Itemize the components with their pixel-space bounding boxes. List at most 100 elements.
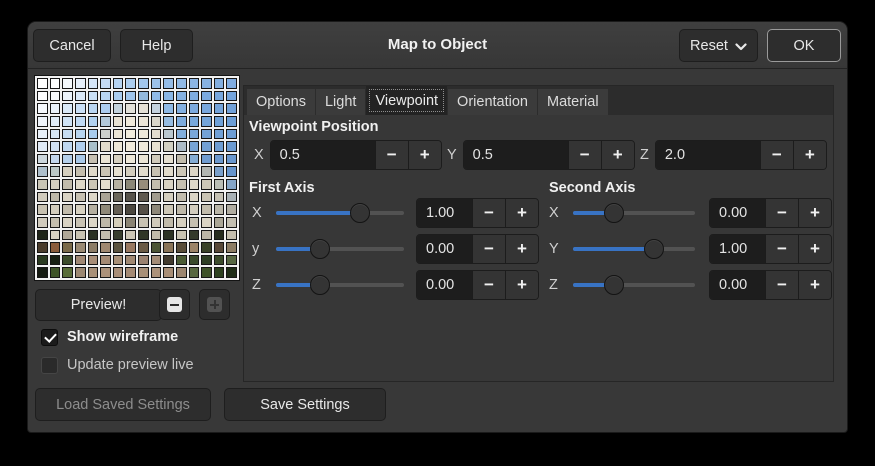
preview-cell bbox=[163, 129, 174, 140]
preview-cell bbox=[113, 204, 124, 215]
tab-material[interactable]: Material bbox=[538, 89, 608, 115]
preview-cell bbox=[125, 230, 136, 241]
cancel-button[interactable]: Cancel bbox=[33, 29, 111, 62]
minus-icon[interactable]: − bbox=[375, 141, 408, 169]
viewpoint-x-input[interactable]: 0.5 bbox=[271, 141, 375, 169]
viewpoint-y-label: Y bbox=[447, 147, 457, 163]
slider-thumb[interactable] bbox=[310, 239, 330, 259]
plus-icon[interactable]: + bbox=[793, 141, 826, 169]
checkbox-unchecked-icon[interactable] bbox=[41, 357, 58, 374]
preview-cell bbox=[100, 129, 111, 140]
preview-cell bbox=[151, 154, 162, 165]
preview-cell bbox=[100, 255, 111, 266]
preview-cell bbox=[37, 154, 48, 165]
preview-cell bbox=[201, 141, 212, 152]
preview-button[interactable]: Preview! bbox=[35, 289, 162, 321]
minus-icon[interactable]: − bbox=[472, 199, 505, 227]
preview-cell bbox=[151, 141, 162, 152]
preview-cell bbox=[88, 116, 99, 127]
preview-cell bbox=[214, 217, 225, 228]
first-axis-x-input[interactable]: 1.00 bbox=[417, 199, 472, 227]
tab-options[interactable]: Options bbox=[247, 89, 315, 115]
preview-cell bbox=[50, 230, 61, 241]
minus-icon[interactable]: − bbox=[760, 141, 793, 169]
preview-cell bbox=[50, 179, 61, 190]
second-axis-x-slider[interactable] bbox=[573, 196, 695, 230]
checkbox-checked-icon[interactable] bbox=[41, 329, 58, 346]
preview-cell bbox=[37, 91, 48, 102]
update-preview-live-checkbox[interactable]: Update preview live bbox=[41, 353, 194, 377]
minus-icon[interactable]: − bbox=[765, 199, 798, 227]
second-axis-y-input[interactable]: 1.00 bbox=[710, 235, 765, 263]
second-axis-z-input[interactable]: 0.00 bbox=[710, 271, 765, 299]
preview-cell bbox=[37, 204, 48, 215]
preview-cell bbox=[176, 255, 187, 266]
slider-thumb[interactable] bbox=[644, 239, 664, 259]
preview-cell bbox=[138, 230, 149, 241]
first-axis-x-slider[interactable] bbox=[276, 196, 404, 230]
preview-cell bbox=[163, 103, 174, 114]
plus-icon[interactable]: + bbox=[408, 141, 441, 169]
viewpoint-y-input[interactable]: 0.5 bbox=[464, 141, 568, 169]
preview-cell bbox=[100, 179, 111, 190]
second-axis-y-slider[interactable] bbox=[573, 232, 695, 266]
preview-image[interactable] bbox=[34, 75, 240, 281]
minus-icon[interactable]: − bbox=[765, 271, 798, 299]
minus-icon[interactable]: − bbox=[568, 141, 601, 169]
preview-cell bbox=[138, 154, 149, 165]
plus-icon[interactable]: + bbox=[505, 271, 538, 299]
first-axis-y-slider[interactable] bbox=[276, 232, 404, 266]
tab-light[interactable]: Light bbox=[316, 89, 365, 115]
minus-icon[interactable]: − bbox=[765, 235, 798, 263]
second-axis-z-slider[interactable] bbox=[573, 268, 695, 302]
preview-cell bbox=[88, 129, 99, 140]
preview-cell bbox=[62, 267, 73, 278]
slider-thumb[interactable] bbox=[604, 203, 624, 223]
tab-orientation[interactable]: Orientation bbox=[448, 89, 537, 115]
preview-cell bbox=[75, 129, 86, 140]
save-settings-button[interactable]: Save Settings bbox=[224, 388, 386, 421]
minus-icon[interactable]: − bbox=[472, 271, 505, 299]
preview-cell bbox=[37, 255, 48, 266]
preview-cell bbox=[113, 179, 124, 190]
first-axis-z-spinbutton: 0.00 − + bbox=[416, 270, 539, 300]
preview-cell bbox=[201, 179, 212, 190]
preview-cell bbox=[226, 192, 237, 203]
plus-icon[interactable]: + bbox=[798, 199, 831, 227]
ok-button[interactable]: OK bbox=[767, 29, 841, 62]
first-axis-z-input[interactable]: 0.00 bbox=[417, 271, 472, 299]
first-axis-x-row: X 1.00 − + bbox=[252, 196, 539, 230]
load-saved-settings-button[interactable]: Load Saved Settings bbox=[35, 388, 211, 421]
zoom-out-button[interactable] bbox=[159, 289, 190, 320]
first-axis-z-row: Z 0.00 − + bbox=[252, 268, 539, 302]
plus-icon[interactable]: + bbox=[505, 235, 538, 263]
viewpoint-z-input[interactable]: 2.0 bbox=[656, 141, 760, 169]
viewpoint-position-title: Viewpoint Position bbox=[249, 119, 378, 135]
help-button[interactable]: Help bbox=[120, 29, 193, 62]
plus-icon[interactable]: + bbox=[505, 199, 538, 227]
preview-cell bbox=[62, 204, 73, 215]
first-axis-z-slider[interactable] bbox=[276, 268, 404, 302]
preview-cell bbox=[37, 141, 48, 152]
second-axis-x-input[interactable]: 0.00 bbox=[710, 199, 765, 227]
preview-cell bbox=[113, 192, 124, 203]
slider-thumb[interactable] bbox=[350, 203, 370, 223]
plus-icon[interactable]: + bbox=[798, 271, 831, 299]
preview-cell bbox=[50, 103, 61, 114]
plus-icon[interactable]: + bbox=[601, 141, 634, 169]
preview-cell bbox=[50, 267, 61, 278]
preview-cell bbox=[214, 129, 225, 140]
slider-thumb[interactable] bbox=[310, 275, 330, 295]
tab-viewpoint[interactable]: Viewpoint bbox=[366, 86, 447, 115]
reset-button[interactable]: Reset bbox=[679, 29, 758, 62]
slider-thumb[interactable] bbox=[604, 275, 624, 295]
preview-cell bbox=[125, 242, 136, 253]
zoom-in-button[interactable] bbox=[199, 289, 230, 320]
preview-cell bbox=[88, 78, 99, 89]
plus-icon[interactable]: + bbox=[798, 235, 831, 263]
first-axis-y-input[interactable]: 0.00 bbox=[417, 235, 472, 263]
preview-cell bbox=[138, 217, 149, 228]
minus-icon[interactable]: − bbox=[472, 235, 505, 263]
first-axis-y-row: y 0.00 − + bbox=[252, 232, 539, 266]
show-wireframe-checkbox[interactable]: Show wireframe bbox=[41, 325, 178, 349]
